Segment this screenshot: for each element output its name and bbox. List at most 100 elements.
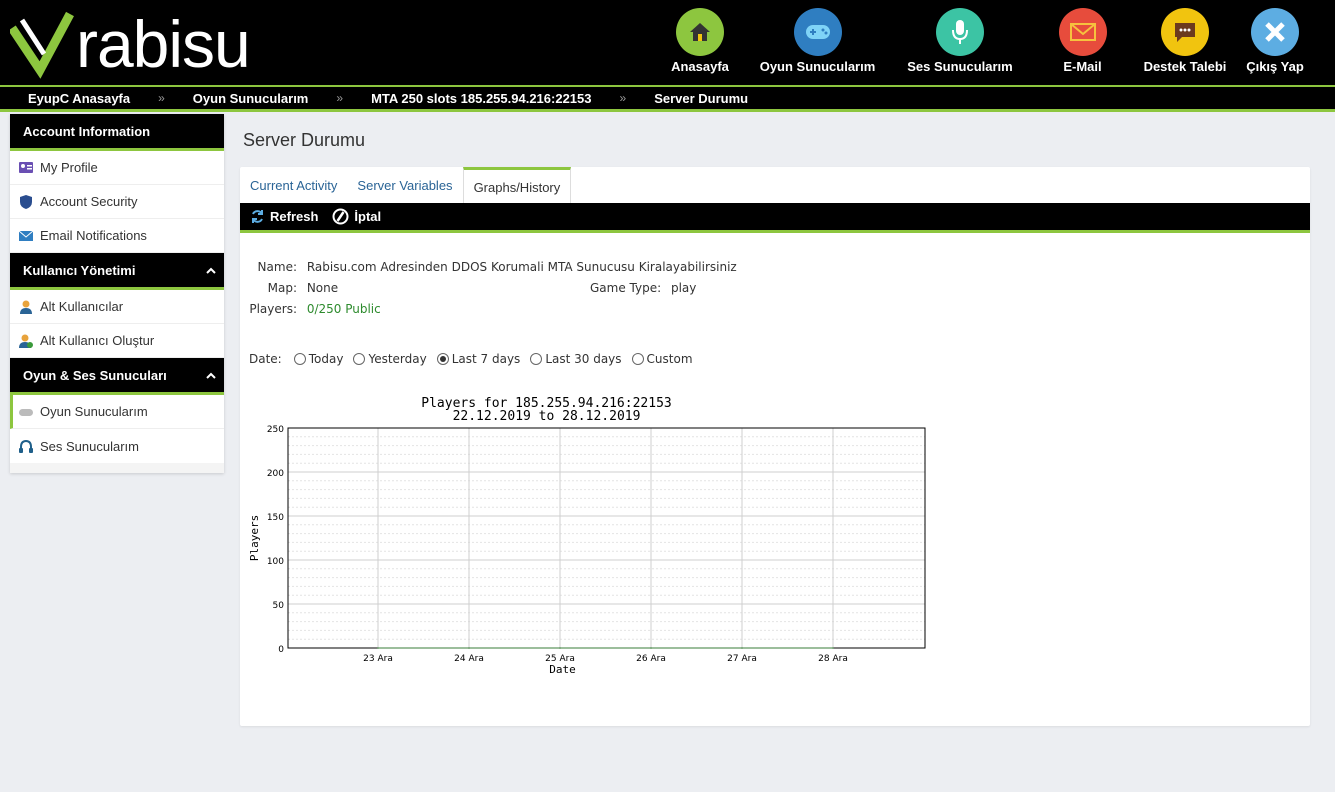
series-point — [377, 647, 379, 649]
players-chart-svg: Players for 185.255.94.216:2215322.12.20… — [248, 396, 926, 676]
refresh-button[interactable]: Refresh — [250, 209, 318, 224]
id-card-icon — [18, 160, 34, 176]
y-tick-label: 50 — [273, 601, 285, 611]
radio-button[interactable] — [530, 353, 543, 365]
x-tick-label: 23 Ara — [363, 654, 393, 664]
sidebar-item-label: Alt Kullanıcı Oluştur — [40, 333, 155, 348]
radio-button[interactable] — [631, 353, 644, 365]
server-players-label: Players: — [249, 302, 297, 316]
tab-graphs-history[interactable]: Graphs/History — [462, 167, 572, 203]
radio-button-selected[interactable] — [436, 353, 449, 365]
y-tick-label: 200 — [267, 469, 284, 479]
top-header: rabisu Anasayfa Oyun Sunucularım Ses Sun… — [0, 0, 1335, 86]
date-filter: Date: Today Yesterday Last 7 days Last 3… — [249, 352, 703, 366]
toolbar: Refresh İptal — [240, 203, 1310, 233]
nav-logout[interactable]: Çıkış Yap — [1235, 8, 1315, 74]
brand-name: rabisu — [76, 7, 251, 81]
cancel-icon — [332, 208, 349, 225]
players-chart: Players for 185.255.94.216:22153 22.12.20… — [244, 392, 944, 682]
microphone-icon — [936, 8, 984, 56]
sidebar-section-account: Account Information — [10, 114, 224, 151]
server-name-label: Name: — [257, 260, 297, 274]
date-option-label: Today — [308, 352, 344, 366]
y-tick-label: 150 — [267, 513, 284, 523]
gamepad-icon — [18, 404, 34, 420]
radio-button[interactable] — [293, 353, 306, 365]
sidebar-section-title: Account Information — [23, 123, 151, 139]
nav-logout-label: Çıkış Yap — [1246, 59, 1304, 74]
brand-logo[interactable]: rabisu — [10, 8, 251, 80]
sidebar-section-users[interactable]: Kullanıcı Yönetimi — [10, 253, 224, 290]
envelope-icon — [18, 228, 34, 244]
sidebar-item-email-notifications[interactable]: Email Notifications — [10, 219, 224, 253]
sidebar-item-create-sub-user[interactable]: Alt Kullanıcı Oluştur — [10, 324, 224, 358]
sidebar: Account Information My Profile Account S… — [10, 114, 224, 473]
tab-server-variables[interactable]: Server Variables — [347, 167, 462, 203]
date-option-label: Yesterday — [368, 352, 427, 366]
sidebar-item-label: Oyun Sunucularım — [40, 404, 148, 419]
breadcrumb-separator: » — [619, 91, 627, 105]
nav-game-servers[interactable]: Oyun Sunucularım — [745, 8, 890, 74]
nav-home-label: Anasayfa — [671, 59, 729, 74]
sidebar-item-game-servers[interactable]: Oyun Sunucularım — [10, 395, 224, 429]
nav-voice-servers-label: Ses Sunucularım — [907, 59, 1013, 74]
chart-subtitle: 22.12.2019 to 28.12.2019 — [453, 409, 641, 424]
envelope-icon — [1058, 8, 1107, 56]
shield-icon — [18, 194, 34, 210]
date-option-today[interactable]: Today — [293, 352, 344, 366]
sidebar-item-voice-servers[interactable]: Ses Sunucularım — [10, 429, 224, 463]
sidebar-item-sub-users[interactable]: Alt Kullanıcılar — [10, 290, 224, 324]
headphones-icon — [18, 438, 34, 454]
cancel-label: İptal — [354, 209, 382, 224]
cancel-button[interactable]: İptal — [332, 208, 381, 225]
breadcrumb-separator: » — [158, 91, 165, 105]
date-option-last-7-days[interactable]: Last 7 days — [436, 352, 521, 366]
date-option-last-30-days[interactable]: Last 30 days — [530, 352, 622, 366]
breadcrumb: EyupC Anasayfa » Oyun Sunucularım » MTA … — [0, 87, 1335, 112]
nav-game-servers-label: Oyun Sunucularım — [759, 59, 876, 74]
breadcrumb-game-servers[interactable]: Oyun Sunucularım — [193, 91, 309, 106]
y-tick-label: 0 — [278, 645, 284, 655]
sidebar-item-label: Ses Sunucularım — [40, 438, 139, 454]
refresh-icon — [250, 209, 265, 224]
sidebar-item-account-security[interactable]: Account Security — [10, 185, 224, 219]
date-option-yesterday[interactable]: Yesterday — [353, 352, 427, 366]
tab-bar: Current Activity Server Variables Graphs… — [240, 167, 572, 203]
y-tick-label: 250 — [267, 425, 284, 435]
sidebar-item-label: My Profile — [40, 160, 98, 175]
y-tick-label: 100 — [267, 557, 284, 567]
date-option-custom[interactable]: Custom — [631, 352, 693, 366]
x-tick-label: 27 Ara — [727, 654, 757, 664]
series-point — [741, 647, 743, 649]
series-point — [650, 647, 652, 649]
server-gametype-row: Game Type: play — [590, 281, 696, 295]
breadcrumb-current: Server Durumu — [654, 90, 749, 106]
series-point — [468, 647, 470, 649]
nav-support[interactable]: Destek Talebi — [1135, 8, 1235, 74]
server-players-value: 0/250 Public — [306, 302, 381, 316]
radio-button[interactable] — [353, 353, 366, 365]
nav-home[interactable]: Anasayfa — [655, 8, 745, 74]
sidebar-item-my-profile[interactable]: My Profile — [10, 151, 224, 185]
x-tick-label: 28 Ara — [818, 654, 848, 664]
x-tick-label: 26 Ara — [636, 654, 666, 664]
close-x-icon — [1251, 8, 1299, 56]
server-map-value: None — [306, 281, 339, 295]
nav-email[interactable]: E-Mail — [1030, 8, 1135, 74]
nav-support-label: Destek Talebi — [1143, 59, 1227, 74]
date-option-label: Last 7 days — [451, 352, 521, 366]
tab-current-activity[interactable]: Current Activity — [240, 167, 347, 203]
sidebar-item-label: Account Security — [40, 194, 138, 209]
refresh-label: Refresh — [270, 209, 319, 224]
nav-voice-servers[interactable]: Ses Sunucularım — [890, 8, 1030, 74]
sidebar-section-servers[interactable]: Oyun & Ses Sunucuları — [10, 358, 224, 395]
breadcrumb-server[interactable]: MTA 250 slots 185.255.94.216:22153 — [371, 91, 591, 106]
sidebar-item-label: Alt Kullanıcılar — [40, 299, 124, 314]
server-gametype-value: play — [670, 281, 697, 295]
breadcrumb-home[interactable]: EyupC Anasayfa — [28, 91, 130, 106]
user-add-icon — [18, 333, 34, 349]
sidebar-footer — [10, 463, 224, 473]
server-gametype-label: Game Type: — [590, 281, 662, 295]
chart-plot-area — [287, 427, 926, 649]
x-axis-label: Date — [549, 663, 576, 676]
